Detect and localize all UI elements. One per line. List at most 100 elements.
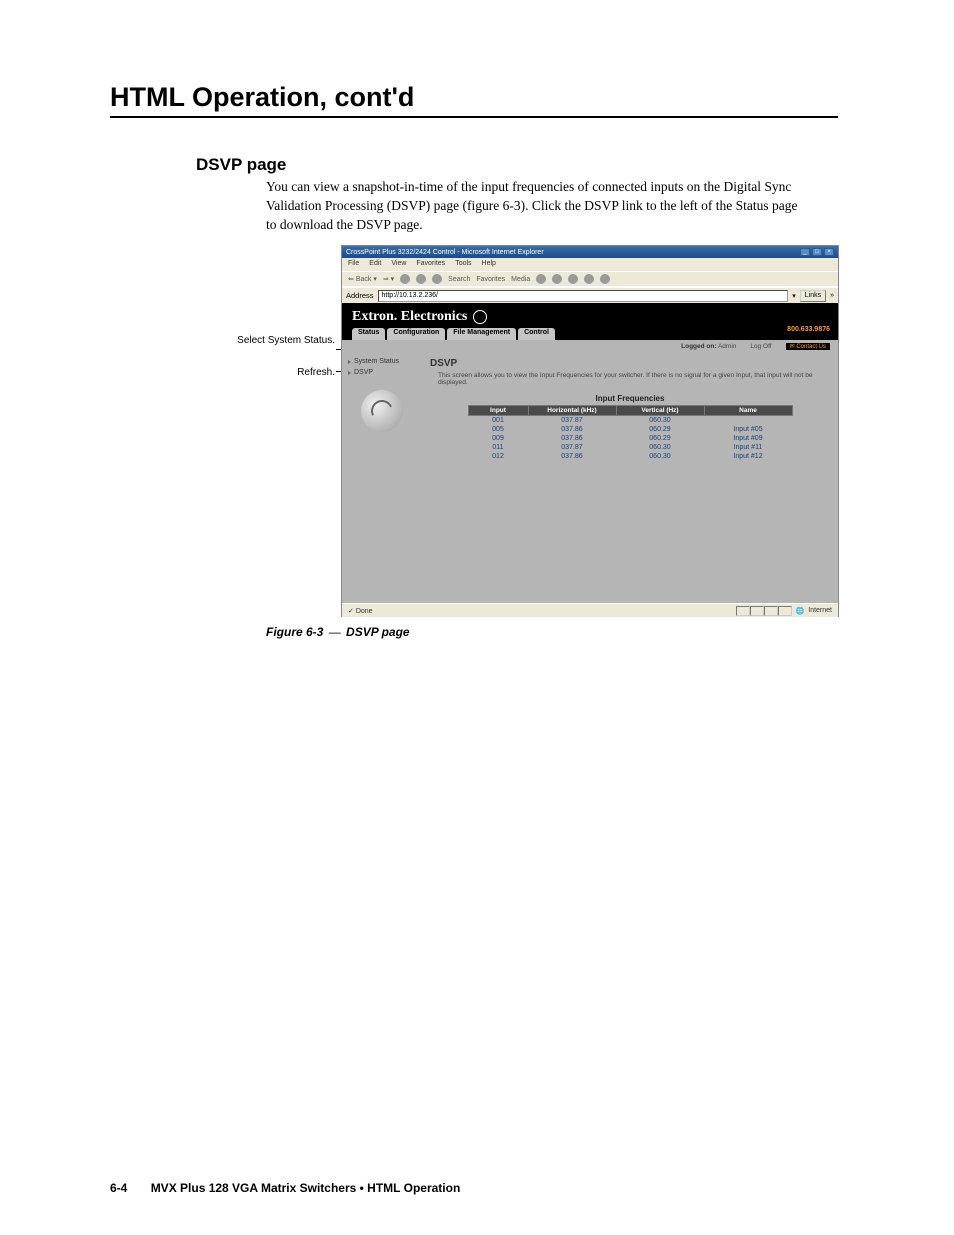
ie-status-bar: ✓ Done 🌐 Internet bbox=[342, 603, 838, 617]
logoff-link[interactable]: Log Off bbox=[750, 343, 771, 350]
cell-name: Input #05 bbox=[704, 425, 792, 434]
refresh-icon[interactable] bbox=[416, 274, 426, 284]
history-icon[interactable] bbox=[536, 274, 546, 284]
cell-name: Input #12 bbox=[704, 452, 792, 461]
panel-title: DSVP bbox=[430, 358, 830, 369]
cell-vertical: 060.29 bbox=[616, 425, 704, 434]
brand-header: Extron. Electronics bbox=[342, 303, 838, 328]
cell-horizontal: 037.86 bbox=[528, 452, 616, 461]
logged-on-label: Logged on: Admin bbox=[681, 343, 736, 350]
sidebar-item-label: DSVP bbox=[354, 369, 373, 376]
status-cell bbox=[736, 606, 750, 616]
cell-horizontal: 037.87 bbox=[528, 416, 616, 426]
table-row: 012 037.86 060.30 Input #12 bbox=[468, 452, 792, 461]
back-button[interactable]: ⇐ Back ▾ bbox=[348, 275, 377, 283]
table-caption: Input Frequencies bbox=[430, 394, 830, 403]
go-dropdown[interactable]: ▾ bbox=[792, 292, 796, 300]
table-row: 005 037.86 060.29 Input #05 bbox=[468, 425, 792, 434]
stop-icon[interactable] bbox=[400, 274, 410, 284]
content-pane: DSVP This screen allows you to view the … bbox=[422, 352, 838, 603]
tab-configuration[interactable]: Configuration bbox=[387, 328, 445, 340]
body-paragraph: You can view a snapshot-in-time of the i… bbox=[266, 178, 806, 235]
sidebar-item-system-status[interactable]: System Status bbox=[342, 356, 422, 367]
figure-caption: Figure 6-3 — DSVP page bbox=[266, 625, 410, 639]
brand-icon bbox=[473, 310, 487, 324]
cell-horizontal: 037.86 bbox=[528, 434, 616, 443]
menu-help[interactable]: Help bbox=[482, 260, 496, 269]
triangle-icon bbox=[348, 371, 351, 375]
cell-horizontal: 037.86 bbox=[528, 425, 616, 434]
menu-edit[interactable]: Edit bbox=[369, 260, 381, 269]
tab-control[interactable]: Control bbox=[518, 328, 555, 340]
status-cell bbox=[764, 606, 778, 616]
callout-refresh: Refresh. bbox=[225, 367, 335, 378]
sidebar-item-label: System Status bbox=[354, 358, 399, 365]
home-icon[interactable] bbox=[432, 274, 442, 284]
chapter-title: HTML Operation, cont'd bbox=[110, 82, 414, 113]
minimize-button[interactable]: _ bbox=[800, 248, 810, 256]
address-input[interactable]: http://10.13.2.236/ bbox=[378, 290, 789, 302]
maximize-button[interactable]: □ bbox=[812, 248, 822, 256]
phone-number: 800.633.9876 bbox=[787, 326, 830, 333]
status-done: ✓ Done bbox=[348, 607, 373, 615]
zone-icon: 🌐 bbox=[796, 607, 805, 615]
th-name: Name bbox=[704, 406, 792, 416]
callout-select-system-status: Select System Status. bbox=[225, 335, 335, 347]
edit-icon[interactable] bbox=[584, 274, 594, 284]
menu-tools[interactable]: Tools bbox=[455, 260, 471, 269]
table-header-row: Input Horizontal (kHz) Vertical (Hz) Nam… bbox=[468, 406, 792, 416]
tab-file-management[interactable]: File Management bbox=[447, 328, 516, 340]
search-button[interactable]: Search bbox=[448, 276, 470, 283]
menu-view[interactable]: View bbox=[391, 260, 406, 269]
forward-button[interactable]: ⇒ ▾ bbox=[383, 275, 394, 283]
status-cell bbox=[778, 606, 792, 616]
status-cell bbox=[750, 606, 764, 616]
favorites-button[interactable]: Favorites bbox=[476, 276, 505, 283]
mail-icon[interactable] bbox=[552, 274, 562, 284]
login-row: Logged on: Admin Log Off ✉ Contact Us bbox=[342, 340, 838, 352]
links-chevron[interactable]: » bbox=[830, 292, 834, 299]
cell-vertical: 060.30 bbox=[616, 416, 704, 426]
close-button[interactable]: × bbox=[824, 248, 834, 256]
links-button[interactable]: Links bbox=[800, 290, 826, 302]
ie-address-bar: Address http://10.13.2.236/ ▾ Links » bbox=[342, 287, 838, 303]
ie-toolbar: ⇐ Back ▾ ⇒ ▾ Search Favorites Media bbox=[342, 271, 838, 287]
tab-status[interactable]: Status bbox=[352, 328, 385, 340]
discuss-icon[interactable] bbox=[600, 274, 610, 284]
window-title: CrossPoint Plus 3232/2424 Control - Micr… bbox=[346, 249, 544, 256]
section-heading: DSVP page bbox=[196, 155, 286, 175]
cell-name: Input #11 bbox=[704, 443, 792, 452]
cell-input: 005 bbox=[468, 425, 528, 434]
panel-description: This screen allows you to view the Input… bbox=[438, 372, 818, 386]
table-row: 011 037.87 060.30 Input #11 bbox=[468, 443, 792, 452]
table-row: 001 037.87 060.30 bbox=[468, 416, 792, 426]
contact-us-link[interactable]: ✉ Contact Us bbox=[786, 343, 830, 350]
th-horizontal: Horizontal (kHz) bbox=[528, 406, 616, 416]
web-page-content: Extron. Electronics Status Configuration… bbox=[342, 303, 838, 603]
status-zone: Internet bbox=[808, 607, 832, 614]
print-icon[interactable] bbox=[568, 274, 578, 284]
sidebar-item-dsvp[interactable]: DSVP bbox=[342, 367, 422, 378]
cell-name: Input #09 bbox=[704, 434, 792, 443]
ie-menu-bar: File Edit View Favorites Tools Help bbox=[342, 258, 838, 271]
media-button[interactable]: Media bbox=[511, 276, 530, 283]
footer-text: MVX Plus 128 VGA Matrix Switchers • HTML… bbox=[151, 1181, 461, 1195]
page-footer: 6-4 MVX Plus 128 VGA Matrix Switchers • … bbox=[110, 1181, 460, 1195]
menu-file[interactable]: File bbox=[348, 260, 359, 269]
cell-input: 001 bbox=[468, 416, 528, 426]
cell-vertical: 060.30 bbox=[616, 443, 704, 452]
th-input: Input bbox=[468, 406, 528, 416]
cell-input: 009 bbox=[468, 434, 528, 443]
th-vertical: Vertical (Hz) bbox=[616, 406, 704, 416]
refresh-icon[interactable] bbox=[361, 390, 403, 432]
address-label: Address bbox=[346, 291, 374, 300]
sidebar: System Status DSVP bbox=[342, 352, 422, 603]
nav-tabs: Status Configuration File Management Con… bbox=[342, 328, 838, 340]
table-row: 009 037.86 060.29 Input #09 bbox=[468, 434, 792, 443]
page-number: 6-4 bbox=[110, 1181, 127, 1195]
triangle-icon bbox=[348, 360, 351, 364]
frequencies-table: Input Horizontal (kHz) Vertical (Hz) Nam… bbox=[468, 405, 793, 461]
cell-horizontal: 037.87 bbox=[528, 443, 616, 452]
cell-vertical: 060.30 bbox=[616, 452, 704, 461]
menu-favorites[interactable]: Favorites bbox=[416, 260, 445, 269]
